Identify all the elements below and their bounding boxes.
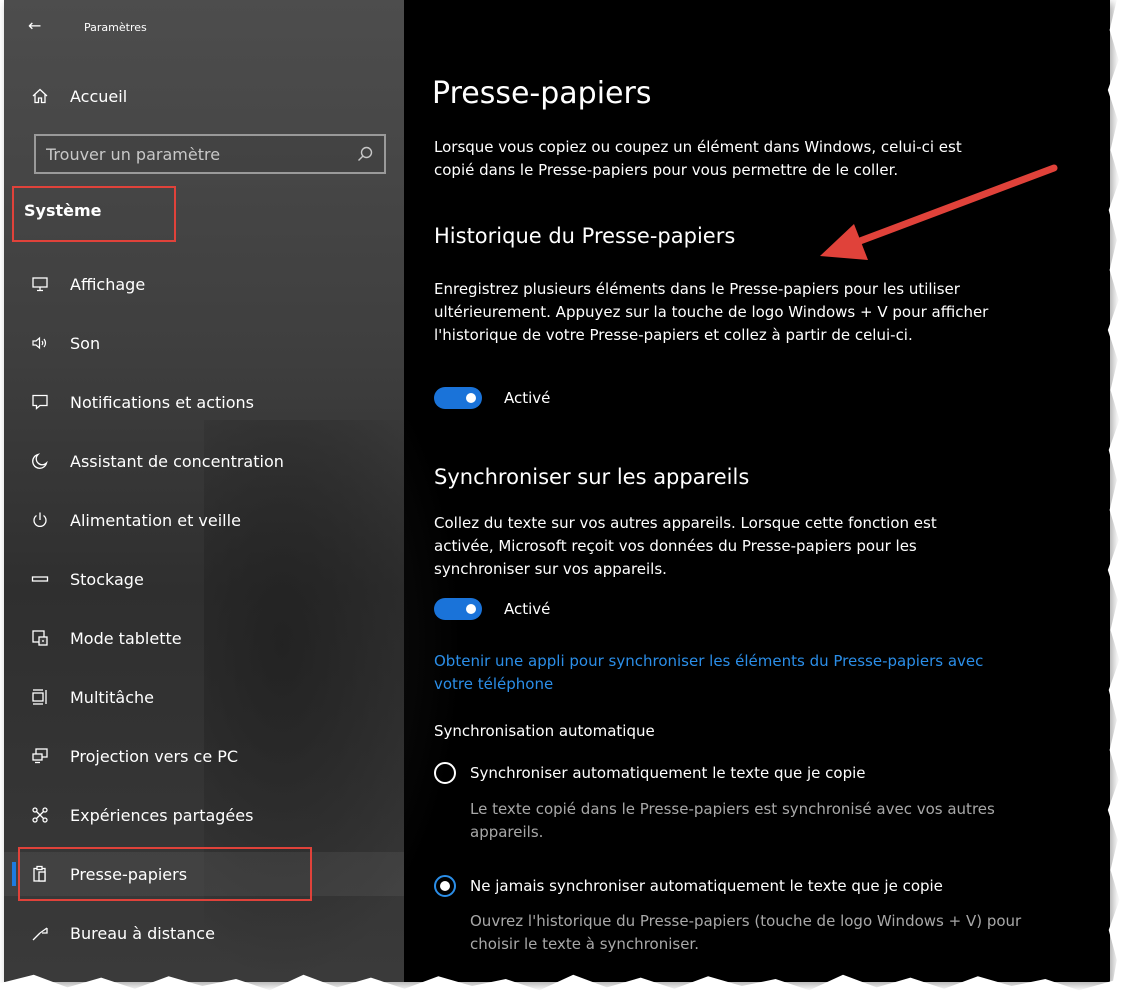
search-icon[interactable] [356,145,374,163]
storage-icon [30,569,50,589]
sidebar-item-power[interactable]: Alimentation et veille [4,498,404,542]
page-title: Presse-papiers [432,76,652,111]
sidebar-item-label: Stockage [70,569,144,589]
sidebar-item-label: Assistant de concentration [70,451,284,471]
sidebar-item-label: Multitâche [70,687,154,707]
main-content: Presse-papiers Lorsque vous copiez ou co… [404,0,1110,982]
notification-icon [30,392,50,412]
radio-never-sync[interactable]: Ne jamais synchroniser automatiquement l… [434,875,943,897]
search-box[interactable] [34,134,386,174]
radio-label: Synchroniser automatiquement le texte qu… [470,764,866,782]
history-heading: Historique du Presse-papiers [434,224,736,248]
sidebar-item-focus-assist[interactable]: Assistant de concentration [4,439,404,483]
app-title: Paramètres [84,21,147,34]
sidebar-item-storage[interactable]: Stockage [4,557,404,601]
history-toggle-row[interactable]: Activé [434,386,550,410]
sidebar-item-sound[interactable]: Son [4,321,404,365]
history-toggle-label: Activé [504,389,551,407]
radio-button[interactable] [434,762,456,784]
sidebar-item-label: Son [70,333,101,353]
radio-button-checked[interactable] [434,875,456,897]
sync-description: Collez du texte sur vos autres appareils… [434,514,937,578]
sidebar-item-label: Bureau à distance [70,923,215,943]
sidebar-item-label: Affichage [70,274,146,294]
toggle-knob [466,393,476,403]
selection-indicator [12,862,16,886]
sidebar-item-remote-desktop[interactable]: Bureau à distance [4,911,404,955]
radio-auto-sync[interactable]: Synchroniser automatiquement le texte qu… [434,762,866,784]
history-description: Enregistrez plusieurs éléments dans le P… [434,280,989,344]
radio-auto-sync-description: Le texte copié dans le Presse-papiers es… [470,800,995,841]
sidebar-item-label: Accueil [70,86,128,106]
sidebar-item-label: Mode tablette [70,628,182,648]
radio-label: Ne jamais synchroniser automatiquement l… [470,877,943,895]
sidebar-item-home[interactable]: Accueil [4,74,404,118]
sidebar-item-projection[interactable]: Projection vers ce PC [4,734,404,778]
auto-sync-label: Synchronisation automatique [434,722,655,740]
sidebar-item-tablet-mode[interactable]: Mode tablette [4,616,404,660]
multitask-icon [30,687,50,707]
sync-toggle-row[interactable]: Activé [434,597,550,621]
shared-icon [30,805,50,825]
sidebar: ← Paramètres Accueil Système Affichage [4,0,464,982]
sidebar-item-label: Expériences partagées [70,805,254,825]
highlight-box-clipboard [18,847,312,901]
remote-desktop-icon [30,923,50,943]
tablet-icon [30,628,50,648]
sync-toggle[interactable] [434,598,482,620]
sidebar-item-multitasking[interactable]: Multitâche [4,675,404,719]
radio-never-sync-description: Ouvrez l'historique du Presse-papiers (t… [470,912,1022,953]
back-arrow-icon[interactable]: ← [28,18,41,34]
speaker-icon [30,333,50,353]
history-toggle[interactable] [434,387,482,409]
sidebar-item-notifications[interactable]: Notifications et actions [4,380,404,424]
highlight-box-system [12,186,176,242]
annotation-arrow [820,164,1058,260]
sidebar-item-shared-experiences[interactable]: Expériences partagées [4,793,404,837]
projection-icon [30,746,50,766]
search-input[interactable] [36,143,356,165]
sidebar-item-display[interactable]: Affichage [4,262,404,306]
sync-heading: Synchroniser sur les appareils [434,465,750,489]
monitor-icon [30,274,50,294]
sidebar-item-label: Projection vers ce PC [70,746,239,766]
toggle-knob [466,604,476,614]
settings-window: ← Paramètres Accueil Système Affichage [4,0,1110,982]
sidebar-item-label: Notifications et actions [70,392,255,412]
sync-toggle-label: Activé [504,600,551,618]
moon-icon [30,451,50,471]
phone-sync-link[interactable]: Obtenir une appli pour synchroniser les … [434,650,994,696]
power-icon [30,510,50,530]
title-bar: ← Paramètres [4,10,404,40]
sidebar-item-label: Alimentation et veille [70,510,241,530]
home-icon [30,86,50,106]
